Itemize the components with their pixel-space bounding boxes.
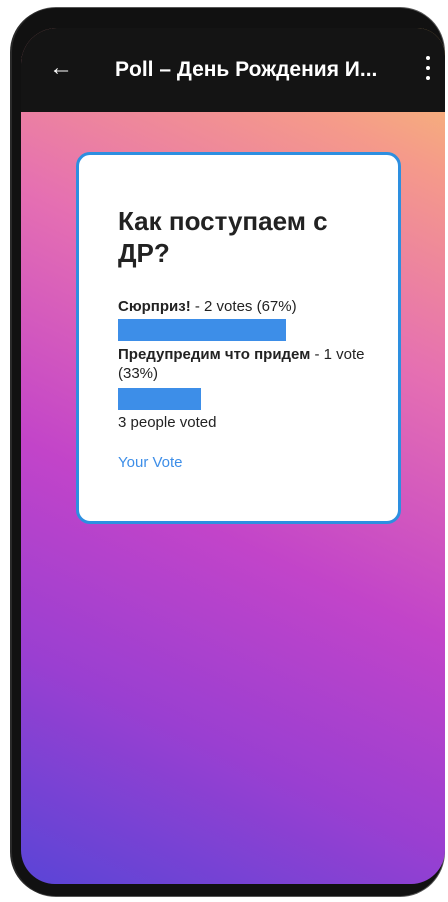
poll-card: Как поступаем с ДР? Сюрприз! - 2 votes (… xyxy=(76,152,401,524)
your-vote-link[interactable]: Your Vote xyxy=(118,453,183,472)
poll-option-separator: - xyxy=(310,346,324,363)
phone-screen: ← Poll – День Рождения И... Как поступае… xyxy=(21,28,445,884)
poll-option-label: Предупредим что придем xyxy=(118,346,311,363)
poll-option-label: Сюрприз! xyxy=(118,298,191,315)
poll-option-votes: 2 votes (67%) xyxy=(204,298,297,315)
poll-option-1-bar xyxy=(118,319,286,341)
poll-option-1: Сюрприз! - 2 votes (67%) xyxy=(118,297,378,316)
more-options-button[interactable] xyxy=(419,56,437,80)
poll-option-2-bar xyxy=(118,388,201,410)
app-bar: ← Poll – День Рождения И... xyxy=(21,28,445,112)
poll-title: Poll – День Рождения И... xyxy=(115,58,378,81)
poll-question: Как поступаем с ДР? xyxy=(118,206,328,268)
poll-total-votes: 3 people voted xyxy=(118,414,217,431)
more-vertical-icon xyxy=(426,56,430,60)
back-button[interactable]: ← xyxy=(49,56,73,80)
poll-option-separator: - xyxy=(190,298,205,315)
arrow-left-icon: ← xyxy=(49,54,73,81)
page: ← Poll – День Рождения И... Как поступае… xyxy=(0,0,448,902)
poll-option-2: Предупредим что придем - 1 vote (33%) xyxy=(118,345,378,383)
